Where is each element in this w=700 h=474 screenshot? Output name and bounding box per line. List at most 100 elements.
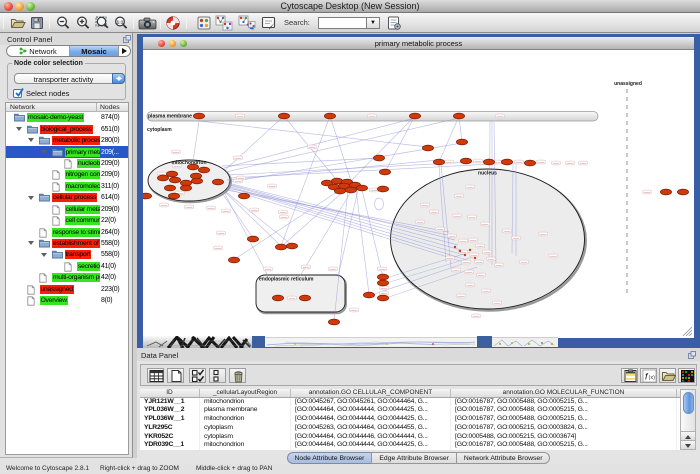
network-node[interactable] [238,193,249,199]
network-node[interactable] [453,113,464,119]
edge[interactable] [199,121,428,147]
network-node[interactable] [363,292,374,298]
network-node[interactable] [228,257,239,263]
network-node[interactable] [377,280,388,286]
network-node-small[interactable] [459,250,461,252]
network-node[interactable] [278,113,289,119]
network-node[interactable] [345,187,356,193]
network-node[interactable] [168,193,179,199]
tab-overflow-button[interactable] [119,46,130,56]
table-row[interactable]: YDR039C__1mitochondrion[GO:0044464, GO:0… [140,441,680,450]
annotation-button[interactable] [261,15,277,31]
zoom-in-button[interactable] [75,15,91,31]
scrollbar-thumb[interactable] [683,392,694,414]
network-node[interactable] [157,175,168,181]
network-node[interactable] [299,295,310,301]
network-node[interactable] [180,185,191,191]
tree-row[interactable]: nitrogen compoun209(0) [6,169,128,180]
tree-row[interactable]: multi-organism proc42(0) [6,272,128,283]
edge[interactable] [440,116,459,160]
edge[interactable] [222,158,379,166]
delete-attribute-button[interactable] [229,368,246,383]
scroll-up-button[interactable] [681,431,695,440]
edge[interactable] [225,116,284,170]
network-node[interactable] [524,160,535,166]
search-input[interactable]: ▼ [318,17,380,29]
save-session-button[interactable] [29,15,45,31]
tab-node-attribute-browser[interactable]: Node Attribute Browser [287,452,373,464]
tree-row[interactable]: macromolecule m311(0) [6,181,128,192]
function-builder-button[interactable]: f(x) [640,368,657,383]
network-window-titlebar[interactable]: primary metabolic process [143,37,694,50]
table-row[interactable]: YPL036W__1mitochondrion[GO:0044464, GO:0… [140,415,680,424]
table-column-header[interactable]: _cellularLayoutRegion [200,389,291,397]
zoom-window-button[interactable] [180,40,187,47]
tree-row[interactable]: metabolic process280(0) [6,135,128,146]
node-color-combobox[interactable]: transporter activity [14,73,125,84]
network-node[interactable] [164,185,175,191]
network-copy-button[interactable] [215,15,233,31]
network-node[interactable] [377,295,388,301]
network-node-small[interactable] [464,254,466,256]
select-attributes-button[interactable] [189,368,206,383]
tree-row[interactable]: secretion41(0) [6,261,128,272]
float-panel-icon[interactable] [123,35,131,43]
snapshot-camera-button[interactable] [138,15,157,31]
expand-triangle-icon[interactable] [28,196,34,200]
edge[interactable] [225,194,268,276]
network-node[interactable] [247,236,258,242]
unified-view-button[interactable] [209,368,226,383]
table-row[interactable]: YKR052Ccytoplasm[GO:0044464, GO:0044446,… [140,433,680,442]
tree-row[interactable]: nucleobase-cont209(0) [6,158,128,169]
network-node[interactable] [328,319,339,325]
background-window-3[interactable] [492,337,558,347]
network-node[interactable] [483,159,494,165]
zoom-window-button[interactable] [26,2,35,11]
tab-edge-attribute-browser[interactable]: Edge Attribute Browser [371,452,457,464]
select-nodes-checkbox[interactable] [13,89,22,98]
vizmapper-grid-button[interactable] [196,15,212,31]
network-node[interactable] [169,177,180,183]
network-node[interactable] [356,185,367,191]
attribute-table[interactable]: ID_cellularLayoutRegionannotation.GO CEL… [140,389,680,450]
tree-row[interactable]: primary metabolic proc209(... [6,146,128,157]
network-node[interactable] [212,179,223,185]
background-window-1[interactable] [143,336,252,348]
network-canvas[interactable]: plasma membranecytoplasmmitochondrionnuc… [143,50,694,338]
expand-triangle-icon[interactable] [28,138,34,142]
edge[interactable] [345,116,415,187]
tree-row[interactable]: biological_process651(0) [6,123,128,134]
close-window-button[interactable] [4,2,13,11]
edge[interactable] [338,190,358,277]
network-node[interactable] [191,178,202,184]
tree-row[interactable]: cell communicatio22(0) [6,215,128,226]
zoom-out-button[interactable] [55,15,71,31]
network-node[interactable] [331,178,342,184]
expand-triangle-icon[interactable] [41,253,47,257]
attribute-table-button[interactable] [147,368,164,383]
network-node[interactable] [460,158,471,164]
heatmap-button[interactable] [678,368,695,383]
network-node-small[interactable] [454,246,456,248]
tree-row[interactable]: mosaic-demo-yeast874(0) [6,112,128,123]
scroll-down-button[interactable] [681,440,695,449]
table-row[interactable]: YLR295Ccytoplasm[GO:0045263, GO:0044464,… [140,424,680,433]
network-node[interactable] [286,243,297,249]
edge[interactable] [356,189,369,294]
table-column-header[interactable]: annotation.GO CELLULAR_COMPONENT [291,389,451,397]
network-node[interactable] [377,274,388,280]
tree-row[interactable]: unassigned223(0) [6,284,128,295]
edge[interactable] [222,193,253,238]
network-node[interactable] [198,167,209,173]
network-node[interactable] [373,155,384,161]
network-node[interactable] [660,189,671,195]
network-node-small[interactable] [469,249,471,251]
zoom-fit-button[interactable] [94,15,110,31]
network-node[interactable] [377,186,388,192]
expand-triangle-icon[interactable] [41,150,47,154]
new-attribute-button[interactable] [167,368,184,383]
table-scrollbar[interactable] [680,389,696,450]
table-row[interactable]: YPL036W__2plasma membrane[GO:0044464, GO… [140,406,680,415]
network-node[interactable] [334,188,345,194]
edge[interactable] [224,118,415,168]
